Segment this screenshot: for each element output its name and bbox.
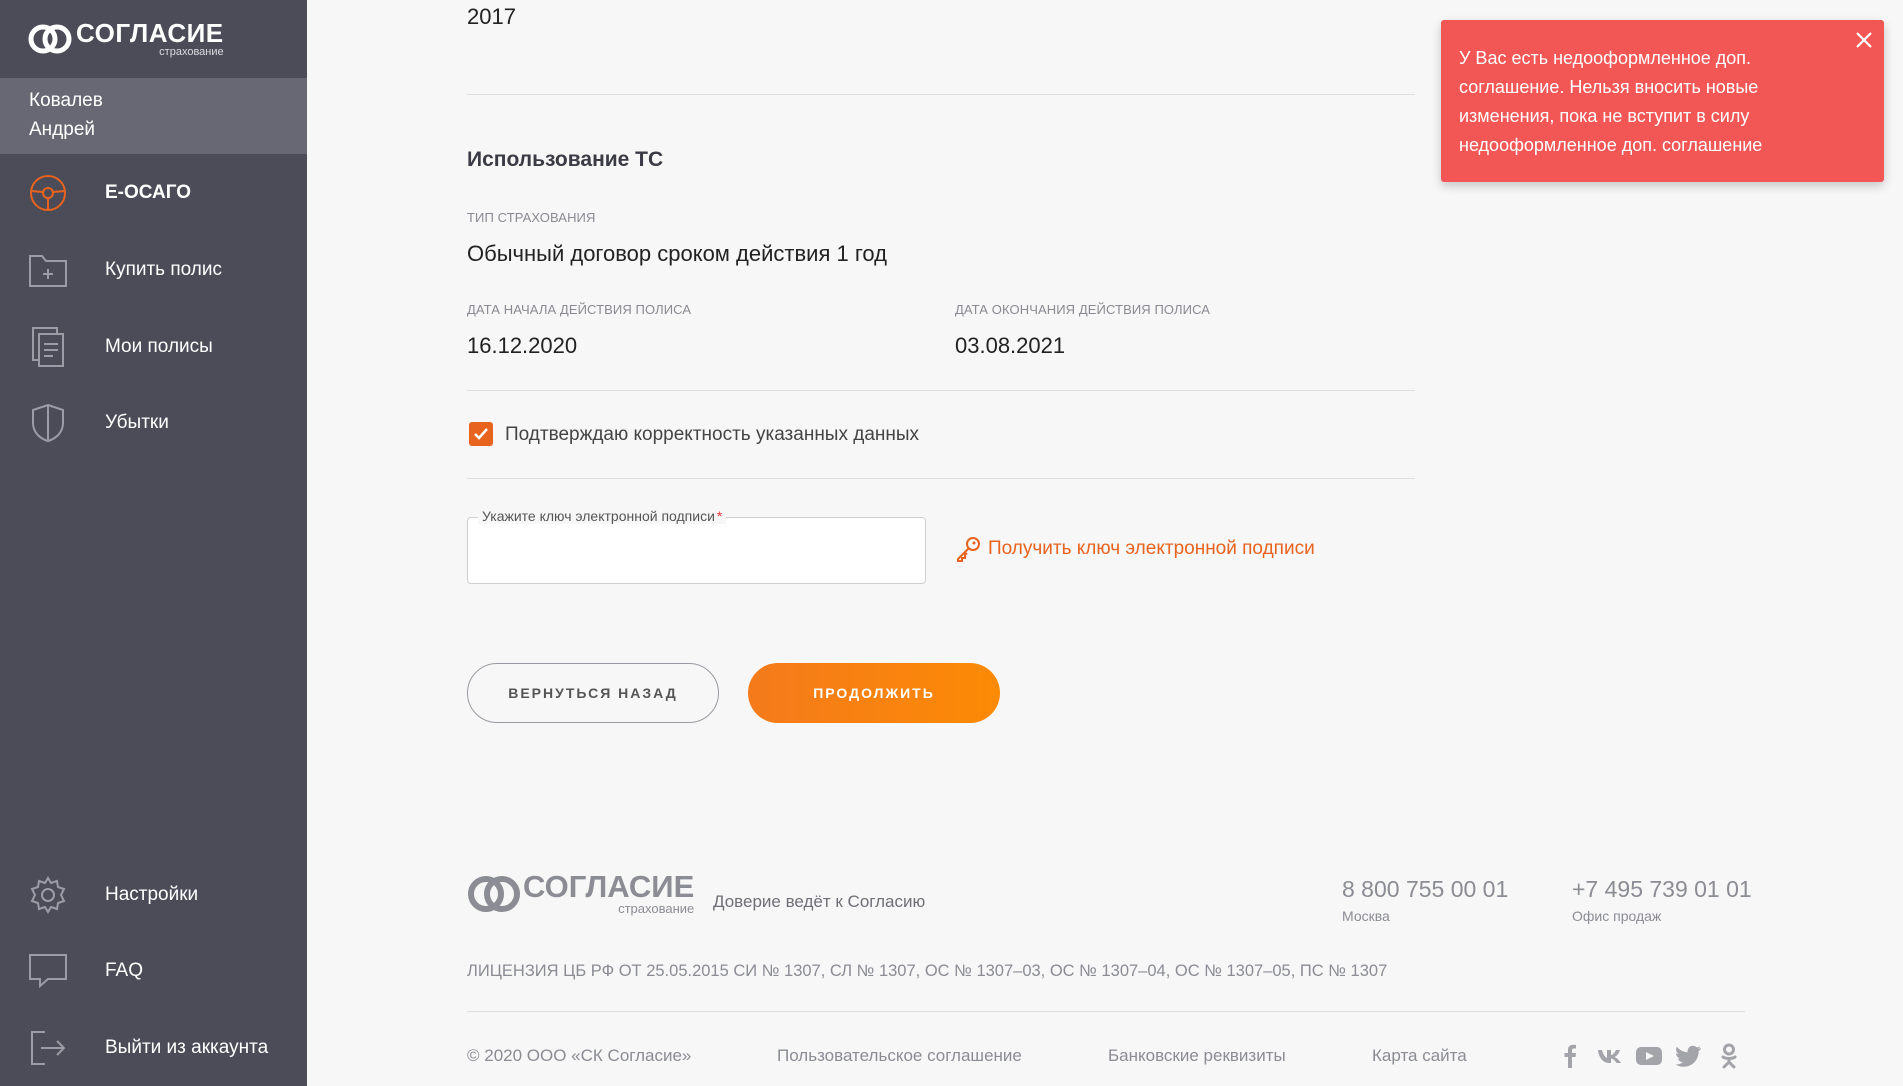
start-date-value: 16.12.2020 [467,333,578,358]
user-last-name: Ковалев [29,90,103,111]
logout-icon [28,1026,68,1070]
user-profile[interactable]: Ковалев Андрей [0,78,307,154]
divider [467,478,1415,479]
section-title: Использование ТС [467,148,664,171]
insurance-type-label: ТИП СТРАХОВАНИЯ [467,210,596,225]
continue-button[interactable]: ПРОДОЛЖИТЬ [748,663,1000,723]
insurance-type-value: Обычный договор сроком действия 1 год [467,241,887,266]
signature-key-input[interactable] [480,538,910,572]
footer-brand-name: СОГЛАСИЕ [523,869,695,904]
start-date-label: ДАТА НАЧАЛА ДЕЙСТВИЯ ПОЛИСА [467,302,692,317]
brand-logo[interactable]: СОГЛАСИЕ страхование [28,16,224,62]
sidebar-item-logout[interactable]: Выйти из аккаунта [0,1018,307,1078]
get-signature-key-link[interactable]: Получить ключ электронной подписи [954,535,1315,563]
documents-icon [28,325,68,369]
footer-copyright: © 2020 ООО «СК Согласие» [467,1046,692,1065]
divider [467,94,1415,95]
steering-wheel-icon [28,171,68,215]
sidebar-item-e-osago[interactable]: Е-ОСАГО [0,163,307,223]
footer-link-sitemap[interactable]: Карта сайта [1372,1046,1467,1066]
sidebar-item-faq[interactable]: FAQ [0,941,307,1001]
sidebar-item-label: FAQ [105,960,144,981]
end-date-value: 03.08.2021 [955,333,1066,358]
end-date-label: ДАТА ОКОНЧАНИЯ ДЕЙСТВИЯ ПОЛИСА [955,302,1211,317]
footer-slogan: Доверие ведёт к Согласию [713,892,926,911]
divider [467,390,1415,391]
chat-icon [28,949,68,993]
footer-phone-sales-caption: Офис продаж [1572,908,1662,924]
confirm-checkbox[interactable] [469,422,493,446]
footer-brand-subtitle: страхование [618,901,695,916]
youtube-icon[interactable] [1635,1042,1663,1070]
required-marker: * [716,508,723,524]
key-icon [957,537,980,562]
vk-icon[interactable] [1596,1042,1624,1070]
odnoklassniki-icon[interactable] [1715,1042,1743,1070]
gear-icon [28,873,68,917]
sidebar-item-buy-policy[interactable]: Купить полис [0,240,307,300]
footer-link-bank-details[interactable]: Банковские реквизиты [1108,1046,1286,1066]
twitter-icon[interactable] [1675,1042,1703,1070]
year-value: 2017 [467,4,516,29]
back-button[interactable]: ВЕРНУТЬСЯ НАЗАД [467,663,719,723]
brand-mark-icon [28,24,72,54]
signature-key-field[interactable]: Укажите ключ электронной подписи * [467,508,926,584]
get-signature-key-text: Получить ключ электронной подписи [988,538,1315,559]
shield-icon [28,401,68,445]
close-icon[interactable] [1852,28,1876,52]
footer-phone-moscow[interactable]: 8 800 755 00 01 [1342,876,1508,903]
check-icon [474,428,488,440]
footer-phone-moscow-caption: Москва [1342,908,1390,924]
folder-plus-icon [28,248,68,292]
footer-license: ЛИЦЕНЗИЯ ЦБ РФ ОТ 25.05.2015 СИ № 1307, … [467,962,1388,980]
brand-mark-icon [468,876,520,912]
sidebar-item-label: Купить полис [105,259,222,280]
signature-key-label: Укажите ключ электронной подписи * [478,508,727,524]
sidebar-item-label: Настройки [105,884,199,905]
sidebar-item-settings[interactable]: Настройки [0,865,307,925]
user-first-name: Андрей [29,119,95,140]
error-toast: У Вас есть недооформленное доп. соглашен… [1441,20,1884,182]
sidebar-item-losses[interactable]: Убытки [0,393,307,453]
sidebar-item-label: Убытки [105,412,169,433]
brand-name: СОГЛАСИЕ [76,18,224,48]
footer-phone-sales[interactable]: +7 495 739 01 01 [1572,876,1752,903]
confirm-label[interactable]: Подтверждаю корректность указанных данны… [505,424,919,446]
sidebar-item-label: Мои полисы [105,336,213,357]
brand-subtitle: страхование [159,46,224,58]
footer-logo[interactable]: СОГЛАСИЕ страхование [467,869,695,916]
footer-divider [467,1011,1745,1012]
sidebar-item-my-policies[interactable]: Мои полисы [0,317,307,377]
sidebar-item-label: Выйти из аккаунта [105,1037,269,1058]
facebook-icon[interactable] [1556,1042,1584,1070]
sidebar: СОГЛАСИЕ страхование Ковалев Андрей Е-ОС… [0,0,307,1086]
footer-link-user-agreement[interactable]: Пользовательское соглашение [777,1046,1022,1066]
toast-message: У Вас есть недооформленное доп. соглашен… [1459,48,1763,155]
sidebar-item-label: Е-ОСАГО [105,182,192,203]
